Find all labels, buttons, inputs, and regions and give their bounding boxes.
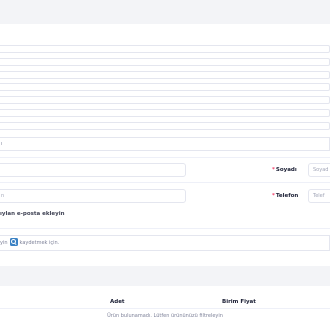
divider <box>0 157 330 158</box>
surname-label: *Soyadı <box>272 167 297 173</box>
surname-input[interactable]: Soyad <box>308 163 330 177</box>
text-field-6[interactable] <box>0 109 330 117</box>
select-field[interactable]: ı <box>0 137 330 151</box>
surname-placeholder: Soyad <box>313 167 329 173</box>
email-input[interactable]: n <box>0 189 186 203</box>
phone-input[interactable]: Telef <box>308 189 330 203</box>
top-bar <box>0 0 330 24</box>
empty-table-message: Ürün bulunamadı. Lütfen ürününüzü filtre… <box>107 313 223 319</box>
text-field-4[interactable] <box>0 83 330 91</box>
phone-label: *Telefon <box>272 193 298 199</box>
search-icon[interactable] <box>9 237 18 246</box>
required-mark: * <box>272 193 275 199</box>
text-field-5[interactable] <box>0 96 330 104</box>
info-text-after: kaydetmek için. <box>19 240 60 246</box>
email-input-value: n <box>1 193 5 199</box>
phone-label-text: Telefon <box>275 193 299 199</box>
divider <box>0 182 330 183</box>
text-field-2[interactable] <box>0 58 330 66</box>
text-field-1[interactable] <box>0 45 330 53</box>
table-divider <box>0 308 330 309</box>
add-email-link-text: ıylan e-posta ekleyin <box>0 211 65 217</box>
column-header-quantity: Adet <box>110 299 125 305</box>
surname-label-text: Soyadı <box>275 167 297 173</box>
info-bar: yin kaydetmek için. <box>0 235 330 251</box>
divider <box>0 228 330 229</box>
text-field-3[interactable] <box>0 71 330 79</box>
required-mark: * <box>272 167 275 173</box>
phone-placeholder: Telef <box>313 193 325 199</box>
column-header-unit-price: Birim Fiyat <box>222 299 256 305</box>
add-email-link[interactable]: ıylan e-posta ekleyin <box>0 211 65 217</box>
info-text-before: yin <box>0 240 8 246</box>
section-band <box>0 266 330 286</box>
select-field-value: ı <box>1 141 3 147</box>
first-name-input[interactable] <box>0 163 186 177</box>
text-field-7[interactable] <box>0 122 330 130</box>
